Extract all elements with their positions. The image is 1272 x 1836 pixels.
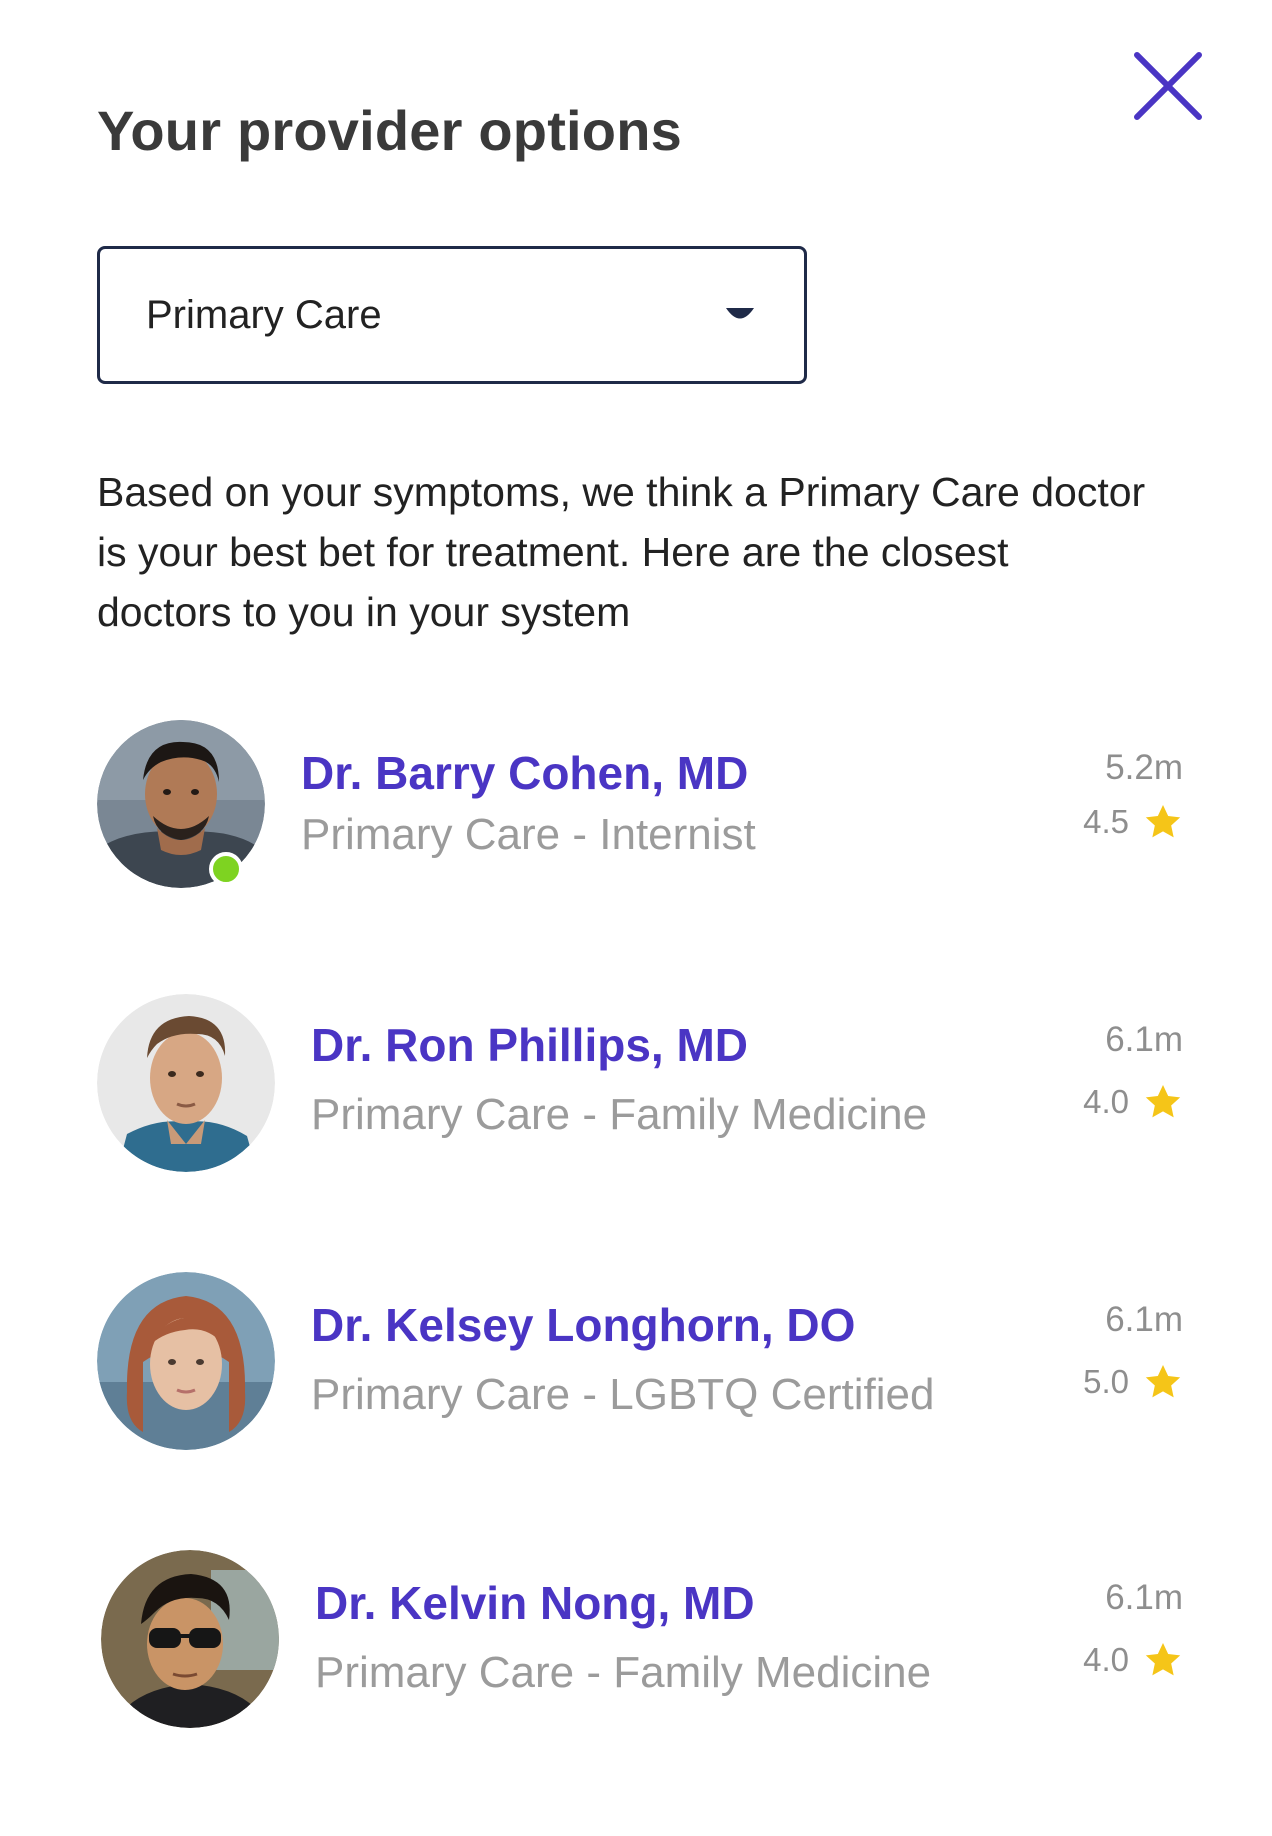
page-title: Your provider options [97,99,682,162]
close-icon [1134,52,1202,120]
avatar-container [101,1550,279,1728]
provider-options-screen: Your provider options Primary Care Based… [0,0,1272,1836]
avatar [101,1550,279,1728]
provider-card[interactable]: Dr. Kelvin Nong, MD Primary Care - Famil… [97,1550,1183,1740]
avatar-container [97,1272,275,1450]
caret-down-icon [724,305,756,325]
rating-value: 5.0 [1083,1363,1129,1400]
rating-value: 4.0 [1083,1641,1129,1678]
provider-name: Dr. Ron Phillips, MD [311,1019,749,1071]
provider-specialty: Primary Care - Family Medicine [311,1090,928,1139]
provider-rating: 4.5 [1083,802,1183,842]
star-icon [1145,1365,1181,1398]
provider-rating: 4.0 [1083,1082,1183,1122]
provider-card[interactable]: Dr. Kelsey Longhorn, DO Primary Care - L… [97,1272,1183,1462]
provider-specialty: Primary Care - LGBTQ Certified [311,1370,935,1419]
provider-specialty: Primary Care - Internist [301,810,756,859]
intro-text: Based on your symptoms, we think a Prima… [97,469,1146,635]
avatar [97,994,275,1172]
provider-distance: 5.2m [1105,748,1183,787]
rating-value: 4.0 [1083,1083,1129,1120]
star-icon [1145,805,1181,838]
provider-distance: 6.1m [1105,1020,1183,1059]
provider-specialty: Primary Care - Family Medicine [315,1648,932,1697]
rating-value: 4.5 [1083,803,1129,840]
provider-card[interactable]: Dr. Barry Cohen, MD Primary Care - Inter… [97,720,1183,910]
provider-name: Dr. Barry Cohen, MD [301,747,749,799]
online-status-dot [209,852,243,886]
avatar-container [97,994,275,1172]
provider-distance: 6.1m [1105,1300,1183,1339]
specialty-select[interactable]: Primary Care [97,246,807,384]
star-icon [1145,1085,1181,1118]
provider-card[interactable]: Dr. Ron Phillips, MD Primary Care - Fami… [97,994,1183,1184]
provider-name: Dr. Kelvin Nong, MD [315,1577,755,1629]
avatar [97,1272,275,1450]
avatar-container [97,720,265,888]
specialty-select-value: Primary Care [146,292,382,337]
provider-rating: 4.0 [1083,1640,1183,1680]
close-button[interactable] [1126,44,1210,128]
star-icon [1145,1643,1181,1676]
provider-rating: 5.0 [1083,1362,1183,1402]
provider-name: Dr. Kelsey Longhorn, DO [311,1299,856,1351]
provider-distance: 6.1m [1105,1578,1183,1617]
